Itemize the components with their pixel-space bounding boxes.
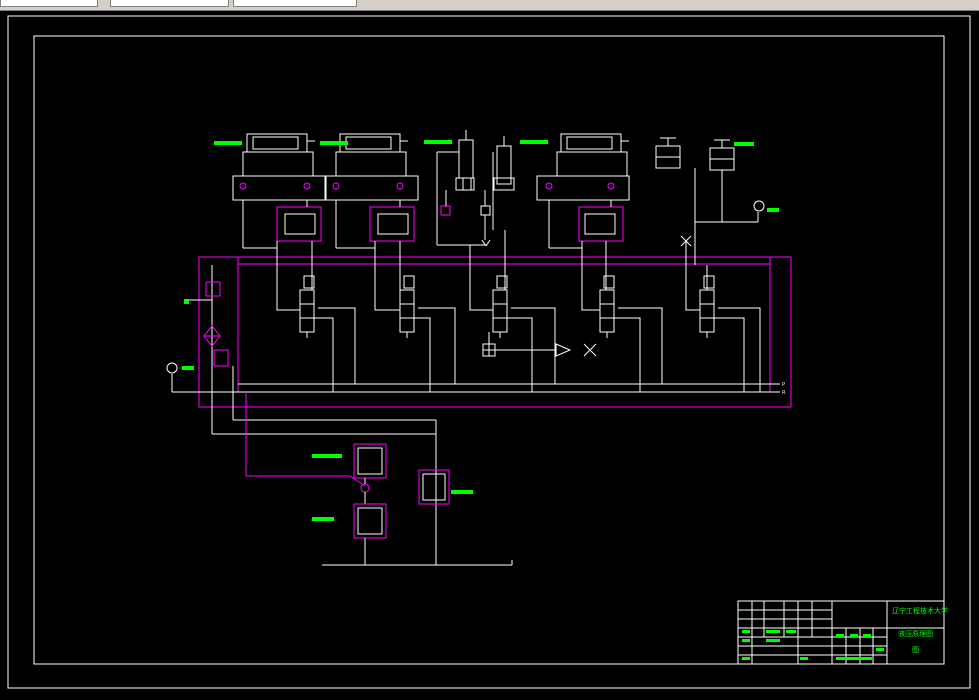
- tb-cell-6: [836, 634, 844, 637]
- port-labels: P R: [782, 382, 786, 396]
- tb-cell-1: [742, 630, 750, 633]
- filter-group: [353, 443, 450, 565]
- document-tab-2[interactable]: [110, 0, 229, 7]
- port-label-p: P: [782, 382, 785, 388]
- tb-cell-7: [850, 634, 858, 637]
- document-tab-3[interactable]: [233, 0, 357, 7]
- pump-symbol: [360, 483, 370, 493]
- port-label-r: R: [782, 390, 786, 396]
- tb-cell-9: [742, 657, 750, 660]
- window-toolbar: [0, 0, 979, 11]
- tb-cell-11: [836, 657, 872, 660]
- gauge-label-left: [182, 366, 194, 370]
- filter-label-2: [451, 490, 473, 494]
- accumulator-label: [734, 142, 754, 146]
- cylinder-unit-4: [536, 133, 630, 248]
- tb-cell-3: [786, 630, 796, 633]
- tb-cell-5: [766, 639, 780, 642]
- tb-cell-2: [766, 630, 780, 633]
- cylinder-label-4: [520, 140, 548, 144]
- cylinder-unit-1: [232, 133, 326, 248]
- drawing-title: 液压原理图: [898, 629, 933, 638]
- cylinder-label-1: [214, 141, 242, 145]
- tb-cell-12: [876, 648, 884, 651]
- cylinder-label-3: [424, 140, 452, 144]
- document-tab-1[interactable]: [0, 0, 98, 7]
- filter-label-1: [312, 454, 342, 458]
- cylinder-labels: [182, 140, 779, 521]
- cylinder-label-2: [320, 141, 348, 145]
- directional-valve-2: [399, 275, 415, 338]
- hydraulic-schematic: P R 辽宁工程技术大学 液压原理图 图: [7, 15, 971, 689]
- sheet-number: 图: [912, 646, 919, 654]
- filter-label-3: [312, 517, 334, 521]
- port-marker: [184, 299, 189, 304]
- gauge-label-right: [767, 208, 779, 212]
- school-name: 辽宁工程技术大学: [892, 606, 948, 615]
- filter-1: [353, 443, 387, 479]
- cylinder-unit-2: [325, 133, 419, 248]
- accumulator-group: [655, 137, 765, 265]
- directional-valve-4: [599, 275, 615, 338]
- cylinder-unit-3: [436, 130, 515, 246]
- tb-cell-8: [863, 634, 871, 637]
- tb-cell-10: [800, 657, 808, 660]
- filter-3: [353, 503, 387, 539]
- valve-bank: [166, 230, 780, 393]
- drawing-canvas[interactable]: P R 辽宁工程技术大学 液压原理图 图: [0, 11, 979, 696]
- title-block-text: 辽宁工程技术大学 液压原理图 图: [742, 606, 948, 660]
- pump-relief-branch: [189, 265, 513, 566]
- tb-cell-4: [742, 639, 750, 642]
- suction-line: [245, 392, 366, 487]
